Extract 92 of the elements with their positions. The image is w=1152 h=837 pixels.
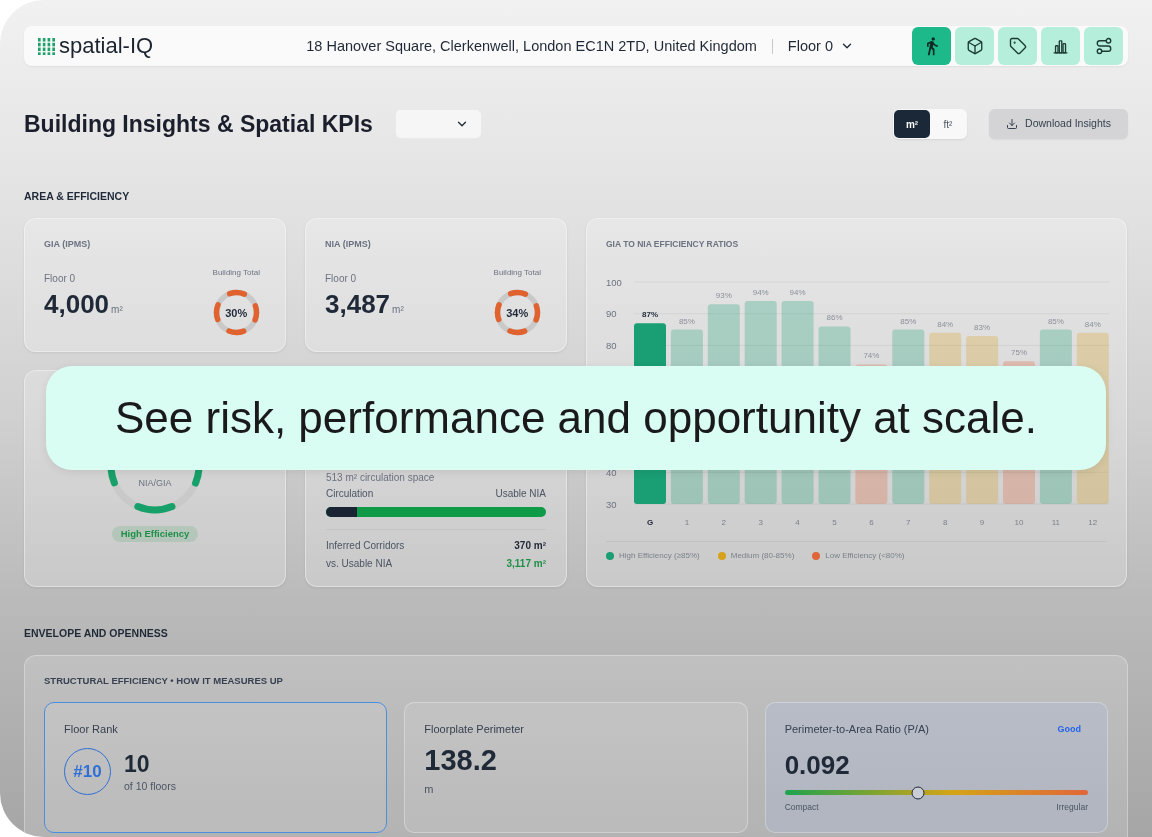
value-label: 74% — [863, 351, 880, 361]
total-label: Building Total — [212, 268, 260, 278]
section-heading: ENVELOPE AND OPENNESS — [24, 626, 169, 641]
metric-caption: m — [424, 783, 434, 796]
share-text: 30% — [225, 306, 248, 319]
axis-label: 11 — [1051, 518, 1061, 527]
value-label: 75% — [1011, 348, 1027, 358]
axis-label: G — [646, 518, 654, 527]
axis-label: 6 — [869, 518, 874, 527]
value-label: 87% — [642, 310, 658, 320]
circulation-summary: 513 m² circulation space — [326, 472, 435, 484]
axis-label: 9 — [979, 518, 985, 527]
value-label: 86% — [826, 313, 843, 323]
axis-label: 3 — [758, 518, 763, 527]
metric-value: 10 — [124, 750, 151, 777]
row-value: 370 m² — [514, 540, 546, 552]
legend-label: Medium (80-85%) — [730, 550, 795, 562]
axis-label: 1 — [684, 518, 690, 527]
unit-tab[interactable]: m² — [894, 110, 930, 138]
value-label: 93% — [715, 291, 732, 301]
metric-caption: of 10 floors — [124, 779, 176, 793]
value-label: 84% — [1084, 319, 1101, 329]
area-value: 3,487 — [325, 289, 391, 319]
ring-label: NIA/GIA — [138, 478, 172, 489]
card-title: GIA (IPMS) — [44, 238, 92, 250]
legend-label: High Efficiency (≥85%) — [619, 550, 700, 562]
rating-badge: High Efficiency — [111, 526, 199, 542]
floor-label: Floor 0 — [325, 273, 358, 285]
logo-icon — [38, 37, 55, 55]
value-label: 84% — [937, 319, 954, 329]
select-field[interactable] — [394, 109, 482, 139]
axis-label: 12 — [1088, 518, 1098, 527]
metric-label: Floor Rank — [64, 723, 118, 736]
route-icon — [1094, 37, 1113, 55]
row-value: 3,117 m² — [506, 558, 546, 570]
tick-label: 30 — [606, 498, 617, 510]
toolbar-button[interactable] — [1041, 27, 1080, 65]
section-heading: AREA & EFFICIENCY — [24, 189, 131, 204]
tick-label: 100 — [606, 276, 622, 288]
bar-label: Usable NIA — [495, 488, 546, 500]
tick-label: 80 — [606, 339, 617, 351]
unit-tab[interactable]: ft² — [930, 110, 966, 138]
bar-label: Circulation — [326, 488, 374, 500]
tick-label: 90 — [606, 308, 617, 320]
value-label: 94% — [789, 288, 806, 298]
box-icon — [965, 37, 984, 55]
card-title: NIA (IPMS) — [325, 238, 372, 250]
unit-label: m² — [392, 303, 404, 317]
toolbar-button[interactable] — [955, 27, 994, 65]
value-label: 85% — [1047, 316, 1064, 326]
axis-label: 10 — [1014, 518, 1024, 527]
scale-max-label: Irregular — [1056, 802, 1088, 813]
value-label: 83% — [974, 322, 991, 332]
value-label: 85% — [678, 316, 695, 326]
metric-label: Perimeter-to-Area Ratio (P/A) — [784, 723, 929, 736]
page-title: Building Insights & Spatial KPIs — [24, 110, 373, 138]
bar-chart-icon — [1052, 37, 1069, 55]
toolbar-button[interactable] — [912, 27, 951, 65]
address-text: 18 Hanover Square, Clerkenwell, London EC1N 2TD, United Kingdom — [306, 37, 757, 55]
tick-label: 40 — [606, 466, 617, 478]
axis-label: 8 — [942, 518, 948, 527]
status-label: Good — [1057, 723, 1081, 736]
chart-title: GIA TO NIA EFFICIENCY RATIOS — [606, 238, 740, 250]
metric-label: Floorplate Perimeter — [424, 723, 524, 736]
banner-text: See risk, performance and opportunity at scale. — [114, 392, 1037, 444]
row-label: Inferred Corridors — [326, 540, 405, 552]
floor-dropdown[interactable]: Floor 0 — [787, 37, 854, 55]
dashed-ring-icon — [493, 289, 541, 336]
download-icon — [1006, 118, 1019, 130]
share-text: 34% — [506, 306, 529, 319]
tag-icon — [1008, 37, 1027, 55]
row-label: vs. Usable NIA — [326, 558, 393, 570]
scale-min-label: Compact — [784, 802, 819, 813]
floor-label: Floor 0 — [44, 273, 77, 285]
axis-label: 7 — [906, 518, 911, 527]
logo-text: spatial-IQ — [59, 33, 154, 59]
value-label: 94% — [752, 288, 769, 298]
toolbar-button[interactable] — [1084, 27, 1123, 65]
value-label: 85% — [900, 316, 917, 326]
panel-title: STRUCTURAL EFFICIENCY • HOW IT MEASURES UP — [44, 674, 284, 688]
unit-label: m² — [111, 303, 123, 317]
metric-value: 138.2 — [424, 743, 497, 777]
axis-label: 5 — [832, 518, 837, 527]
axis-label: 4 — [795, 518, 800, 527]
metric-value: 0.092 — [784, 750, 850, 780]
total-label: Building Total — [493, 268, 541, 278]
legend-label: Low Efficiency (<80%) — [825, 550, 905, 562]
axis-label: 2 — [721, 518, 727, 527]
toolbar-button[interactable] — [998, 27, 1037, 65]
dashed-ring-icon — [212, 289, 260, 336]
download-button[interactable]: Download Insights — [989, 109, 1128, 139]
area-value: 4,000 — [44, 289, 110, 319]
